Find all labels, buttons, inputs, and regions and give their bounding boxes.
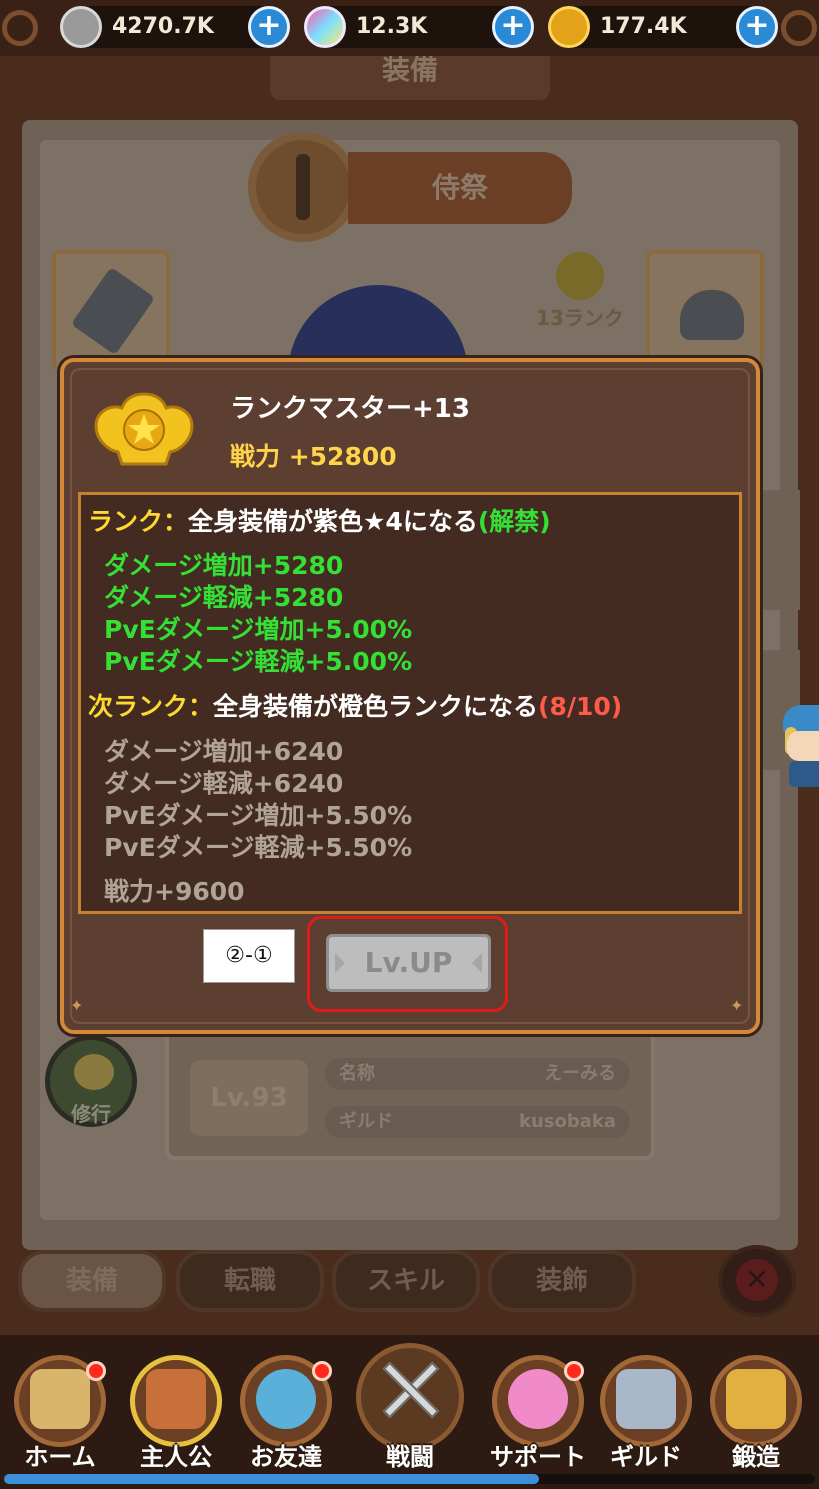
corner-ornament: ✦	[730, 996, 744, 1015]
profile-name-key: 名称	[339, 1063, 375, 1084]
close-icon: ✕	[736, 1259, 778, 1301]
tab-job-change[interactable]: 転職	[176, 1250, 324, 1312]
home-icon	[30, 1369, 90, 1429]
tab-skill[interactable]: スキル	[332, 1250, 480, 1312]
add-gold-button[interactable]: +	[736, 6, 778, 48]
helmet-icon	[680, 290, 744, 340]
currency-bar: 4270.7K + 12.3K + 177.4K +	[0, 0, 819, 56]
frame-curl-left	[2, 10, 38, 46]
nav-battle[interactable]: 戦闘	[356, 1343, 464, 1475]
next-stat: ダメージ軽減+6240	[104, 769, 344, 798]
next-stat: PvEダメージ軽減+5.50%	[104, 833, 413, 862]
training-button[interactable]: 修行	[45, 1035, 137, 1127]
side-slot[interactable]	[760, 490, 800, 610]
nav-battle-label: 戦闘	[386, 1443, 434, 1471]
next-stat: PvEダメージ増加+5.50%	[104, 801, 413, 830]
tab-decoration[interactable]: 装飾	[488, 1250, 636, 1312]
add-silver-button[interactable]: +	[248, 6, 290, 48]
step-annotation: ②-①	[203, 929, 295, 983]
gold-medal-icon	[548, 6, 590, 48]
current-stat: ダメージ軽減+5280	[104, 583, 344, 612]
rank-star-icon	[556, 252, 604, 300]
class-name[interactable]: 侍祭	[348, 152, 572, 224]
assistant-character[interactable]	[783, 705, 819, 787]
next-rank-progress: (8/10)	[538, 692, 623, 721]
current-stat: PvEダメージ増加+5.00%	[104, 615, 413, 644]
nav-forge-label: 鍛造	[732, 1443, 780, 1471]
next-rank-power: 戦力+9600	[104, 877, 245, 906]
progress-fill	[4, 1474, 540, 1484]
sword-icon	[70, 266, 156, 356]
duck-icon	[74, 1054, 114, 1090]
anvil-icon	[726, 1369, 786, 1429]
class-emblem-icon	[248, 132, 358, 242]
silver-amount: 4270.7K	[112, 14, 214, 39]
gem-amount: 12.3K	[356, 14, 428, 39]
next-rank-label: 次ランク：	[88, 692, 214, 721]
player-level: Lv.93	[190, 1060, 308, 1136]
profile-guild-value: kusobaka	[518, 1111, 616, 1132]
notification-dot	[312, 1361, 332, 1381]
next-rank-row: 次ランク：全身装備が橙色ランクになる(8/10)	[88, 687, 622, 723]
profile-guild-key: ギルド	[339, 1111, 393, 1132]
nav-support[interactable]: サポート	[488, 1355, 588, 1475]
current-rank-condition: 全身装備が紫色★4になる	[188, 507, 478, 536]
corner-ornament: ✦	[70, 996, 84, 1015]
currency-gem: 12.3K +	[304, 6, 534, 48]
support-icon	[508, 1369, 568, 1429]
friends-icon	[256, 1369, 316, 1429]
dialog-title: ランクマスター+13	[230, 394, 470, 424]
currency-silver: 4270.7K +	[60, 6, 290, 48]
silver-coin-icon	[60, 6, 102, 48]
gold-amount: 177.4K	[600, 14, 687, 39]
current-rank-row: ランク：全身装備が紫色★4になる(解禁)	[88, 502, 551, 538]
helmet-slot[interactable]	[646, 250, 764, 370]
dialog-power: 戦力 +52800	[230, 442, 397, 471]
nav-friends[interactable]: お友達	[236, 1355, 336, 1475]
notification-dot	[86, 1361, 106, 1381]
current-stat: ダメージ増加+5280	[104, 551, 344, 580]
close-button[interactable]: ✕	[718, 1245, 796, 1317]
add-gem-button[interactable]: +	[492, 6, 534, 48]
current-stat: PvEダメージ軽減+5.00%	[104, 647, 413, 676]
tab-equipment[interactable]: 装備	[18, 1250, 166, 1312]
frame-curl-right	[781, 10, 817, 46]
rainbow-gem-icon	[304, 6, 346, 48]
crossed-swords-icon	[378, 1357, 442, 1421]
nav-guild-label: ギルド	[610, 1443, 682, 1471]
nav-hero-label: 主人公	[140, 1443, 212, 1471]
next-stat: ダメージ増加+6240	[104, 737, 344, 766]
rank-badge-label: 13ランク	[536, 306, 624, 330]
nav-home-label: ホーム	[24, 1443, 96, 1471]
weapon-slot[interactable]	[52, 250, 170, 370]
guild-castle-icon	[616, 1369, 676, 1429]
profile-name-field: 名称 えーみる	[325, 1058, 630, 1090]
lvup-highlight-box	[307, 916, 508, 1012]
nav-support-label: サポート	[490, 1443, 586, 1471]
rank-star-icon	[94, 392, 194, 466]
unlocked-status: (解禁)	[477, 507, 551, 536]
nav-forge[interactable]: 鍛造	[706, 1355, 806, 1475]
current-rank-label: ランク：	[88, 507, 189, 536]
nav-hero[interactable]: 主人公	[126, 1355, 226, 1475]
currency-gold: 177.4K +	[548, 6, 778, 48]
rank-badge[interactable]: 13ランク	[532, 250, 628, 330]
notification-dot	[564, 1361, 584, 1381]
hero-icon	[146, 1369, 206, 1429]
profile-guild-field: ギルド kusobaka	[325, 1106, 630, 1138]
nav-home[interactable]: ホーム	[10, 1355, 110, 1475]
nav-friends-label: お友達	[250, 1443, 322, 1471]
training-label: 修行	[71, 1102, 111, 1126]
profile-name-value: えーみる	[544, 1063, 616, 1084]
nav-guild[interactable]: ギルド	[596, 1355, 696, 1475]
next-rank-condition: 全身装備が橙色ランクになる	[213, 692, 539, 721]
